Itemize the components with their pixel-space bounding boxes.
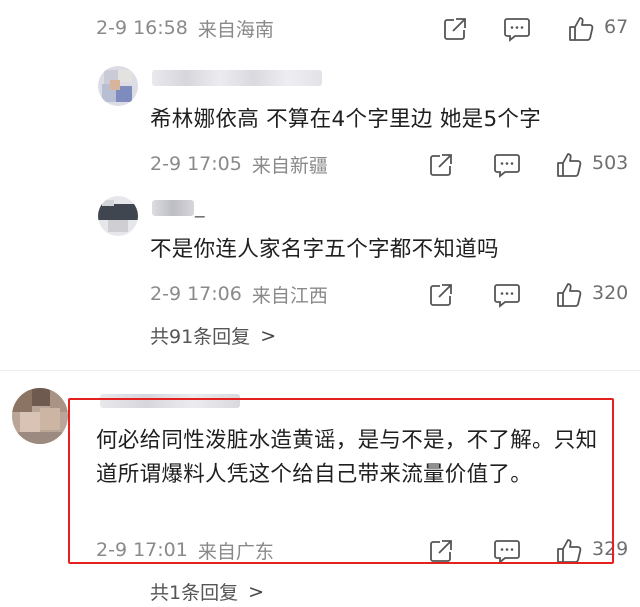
reply2-like-count: 320 xyxy=(592,282,629,304)
share-icon xyxy=(430,540,452,562)
username-blurred[interactable] xyxy=(100,394,240,408)
comment-top-like-count: 67 xyxy=(604,16,629,38)
like-icon xyxy=(557,153,582,177)
share-icon xyxy=(430,154,452,176)
username-blurred[interactable] xyxy=(152,70,322,86)
view-replies-link[interactable]: 共1条回复 > xyxy=(150,578,264,605)
avatar[interactable] xyxy=(98,66,138,106)
like-button[interactable] xyxy=(566,14,596,44)
reply2-username-suffix: _ xyxy=(195,196,205,218)
comment-icon xyxy=(504,18,530,42)
comment2-text: 何必给同性泼脏水造黄谣，是与不是，不了解。只知道所谓爆料人凭这个给自己带来流量价… xyxy=(96,428,598,487)
share-button[interactable] xyxy=(426,280,456,310)
comment-icon xyxy=(494,540,520,564)
share-button[interactable] xyxy=(426,150,456,180)
chevron-right-icon: > xyxy=(260,324,277,347)
reply-count-label: 共1条回复 xyxy=(150,582,239,604)
share-button[interactable] xyxy=(440,14,470,44)
like-button[interactable] xyxy=(554,536,584,566)
comment2-actions: 329 xyxy=(0,536,640,566)
comment-button[interactable] xyxy=(492,536,522,566)
like-icon xyxy=(557,539,582,563)
comment-button[interactable] xyxy=(502,14,532,44)
reply2-actions: 320 xyxy=(0,280,640,310)
view-replies-link[interactable]: 共91条回复 > xyxy=(150,322,276,349)
share-icon xyxy=(444,18,466,40)
chevron-right-icon: > xyxy=(248,580,265,603)
like-button[interactable] xyxy=(554,280,584,310)
comment-icon xyxy=(494,154,520,178)
comment-top-actions: 67 xyxy=(0,14,640,44)
reply1-like-count: 503 xyxy=(592,152,629,174)
reply2-text: 不是你连人家名字五个字都不知道吗 xyxy=(150,237,499,262)
avatar[interactable] xyxy=(98,196,138,236)
like-button[interactable] xyxy=(554,150,584,180)
comment-button[interactable] xyxy=(492,150,522,180)
divider xyxy=(0,370,640,371)
like-icon xyxy=(569,17,594,41)
share-button[interactable] xyxy=(426,536,456,566)
comment2-like-count: 329 xyxy=(592,538,629,560)
comment-icon xyxy=(494,284,520,308)
username-blurred[interactable] xyxy=(152,200,194,216)
like-icon xyxy=(557,283,582,307)
reply-count-label: 共91条回复 xyxy=(150,326,251,348)
share-icon xyxy=(430,284,452,306)
reply1-text: 希林娜依高 不算在4个字里边 她是5个字 xyxy=(150,107,542,132)
comment-button[interactable] xyxy=(492,280,522,310)
reply1-actions: 503 xyxy=(0,150,640,180)
avatar[interactable] xyxy=(12,388,68,444)
